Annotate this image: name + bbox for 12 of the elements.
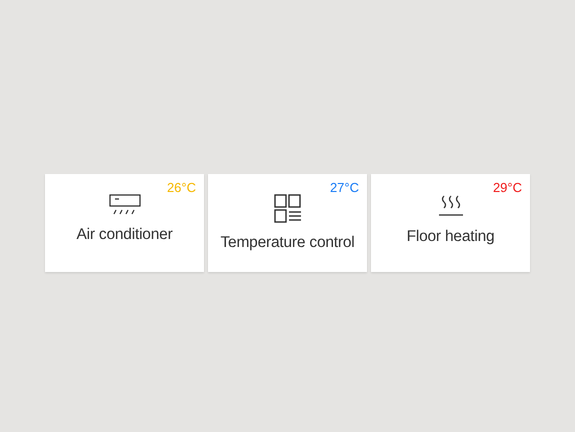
device-card[interactable]: 27°C Temperature control [208, 174, 367, 272]
temperature-reading: 27°C [330, 180, 359, 195]
air-conditioner-icon [108, 194, 140, 216]
device-card[interactable]: 29°C Floor heating [371, 174, 530, 272]
device-name: Floor heating [406, 228, 494, 246]
device-name: Temperature control [220, 234, 355, 252]
device-card[interactable]: 26°C Air conditioner [45, 174, 204, 272]
heat-waves-icon [436, 194, 464, 218]
grid-icon [274, 194, 302, 224]
device-name: Air conditioner [76, 226, 173, 244]
temperature-reading: 26°C [166, 180, 196, 195]
temperature-reading: 29°C [492, 180, 522, 195]
